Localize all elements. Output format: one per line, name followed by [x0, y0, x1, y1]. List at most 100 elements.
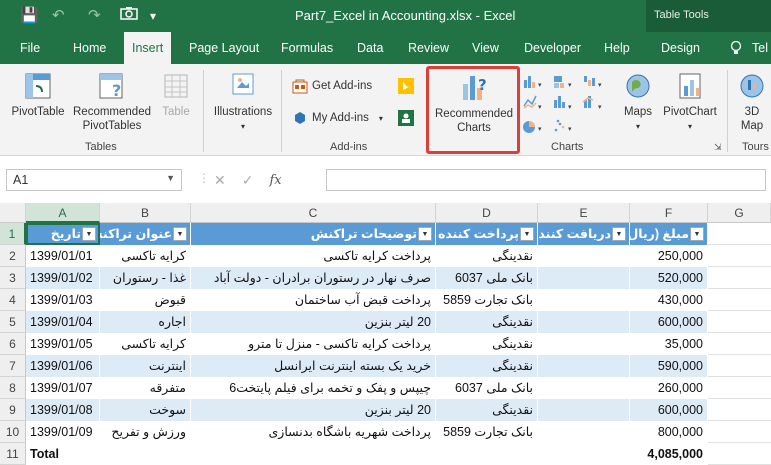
total-amount-cell[interactable]: 4,085,000: [630, 443, 708, 465]
table-cell-amount[interactable]: 520,000: [630, 267, 708, 289]
table-cell-desc[interactable]: پرداخت کرایه تاکسی - منزل تا مترو: [191, 333, 436, 355]
filter-dropdown-icon[interactable]: ▼: [82, 227, 96, 241]
tab-view[interactable]: View: [472, 41, 499, 55]
table-cell-date[interactable]: 1399/01/01: [26, 245, 100, 267]
table-cell-amount[interactable]: 430,000: [630, 289, 708, 311]
empty-cell[interactable]: [708, 333, 771, 355]
tab-data[interactable]: Data: [357, 41, 383, 55]
row-header-4[interactable]: 4: [0, 289, 26, 311]
empty-cell[interactable]: [100, 443, 191, 465]
column-header-g[interactable]: G: [708, 203, 771, 223]
table-cell-desc[interactable]: صرف نهار در رستوران برادران - دولت آباد: [191, 267, 436, 289]
table-cell-amount[interactable]: 800,000: [630, 421, 708, 443]
row-header-2[interactable]: 2: [0, 245, 26, 267]
table-cell-desc[interactable]: 20 لیتر بنزین: [191, 399, 436, 421]
empty-cell[interactable]: [708, 223, 771, 245]
lightbulb-icon[interactable]: [730, 40, 742, 59]
filter-dropdown-icon[interactable]: ▼: [690, 227, 704, 241]
table-cell-receiver[interactable]: [538, 311, 630, 333]
table-cell-date[interactable]: 1399/01/07: [26, 377, 100, 399]
table-cell-amount[interactable]: 250,000: [630, 245, 708, 267]
table-cell-desc[interactable]: چیپس و پفک و تخمه برای فیلم پایتخت6: [191, 377, 436, 399]
maps-button[interactable]: Maps ▾: [618, 70, 658, 134]
tab-design[interactable]: Design: [661, 41, 700, 55]
table-header-cell[interactable]: عنوان تراکنش▼: [100, 223, 191, 245]
empty-cell[interactable]: [708, 443, 771, 465]
filter-dropdown-icon[interactable]: ▼: [612, 227, 626, 241]
empty-cell[interactable]: [436, 443, 538, 465]
row-header-6[interactable]: 6: [0, 333, 26, 355]
table-cell-amount[interactable]: 600,000: [630, 311, 708, 333]
table-cell-title[interactable]: سوخت: [100, 399, 191, 421]
table-cell-receiver[interactable]: [538, 333, 630, 355]
name-box-dropdown-icon[interactable]: ▼: [166, 173, 175, 183]
table-cell-receiver[interactable]: [538, 267, 630, 289]
column-header-c[interactable]: C: [191, 203, 436, 223]
empty-cell[interactable]: [708, 267, 771, 289]
recommended-pivottables-button[interactable]: ? Recommended PivotTables: [70, 70, 154, 133]
table-cell-title[interactable]: اجاره: [100, 311, 191, 333]
empty-cell[interactable]: [708, 355, 771, 377]
pivottable-button[interactable]: PivotTable: [8, 70, 68, 119]
tab-home[interactable]: Home: [73, 41, 106, 55]
select-all-corner[interactable]: [0, 203, 26, 223]
3d-map-button[interactable]: 3D Map: [732, 70, 771, 133]
table-cell-title[interactable]: قبوض: [100, 289, 191, 311]
empty-cell[interactable]: [538, 443, 630, 465]
table-cell-payer[interactable]: نقدینگی: [436, 245, 538, 267]
formula-input[interactable]: [326, 169, 766, 191]
camera-icon[interactable]: [120, 6, 138, 24]
row-header-1[interactable]: 1: [0, 223, 26, 245]
table-cell-date[interactable]: 1399/01/02: [26, 267, 100, 289]
enter-icon[interactable]: ✓: [242, 172, 254, 189]
table-cell-title[interactable]: غذا - رستوران: [100, 267, 191, 289]
empty-cell[interactable]: [708, 377, 771, 399]
filter-dropdown-icon[interactable]: ▼: [520, 227, 534, 241]
table-cell-desc[interactable]: پرداخت شهریه باشگاه بدنسازی: [191, 421, 436, 443]
get-addins-button[interactable]: Get Add-ins: [292, 78, 372, 94]
save-icon[interactable]: 💾: [20, 6, 39, 24]
table-cell-date[interactable]: 1399/01/09: [26, 421, 100, 443]
filter-dropdown-icon[interactable]: ▼: [418, 227, 432, 241]
table-cell-title[interactable]: اینترنت: [100, 355, 191, 377]
table-cell-amount[interactable]: 260,000: [630, 377, 708, 399]
column-header-e[interactable]: E: [538, 203, 630, 223]
table-cell-date[interactable]: 1399/01/03: [26, 289, 100, 311]
table-cell-date[interactable]: 1399/01/08: [26, 399, 100, 421]
table-cell-desc[interactable]: پرداخت کرایه تاکسی: [191, 245, 436, 267]
illustrations-button[interactable]: Illustrations ▾: [210, 70, 276, 134]
table-cell-date[interactable]: 1399/01/04: [26, 311, 100, 333]
table-cell-receiver[interactable]: [538, 245, 630, 267]
row-header-11[interactable]: 11: [0, 443, 26, 465]
table-cell-payer[interactable]: بانک ملی 6037: [436, 377, 538, 399]
table-cell-amount[interactable]: 35,000: [630, 333, 708, 355]
row-header-5[interactable]: 5: [0, 311, 26, 333]
table-cell-payer[interactable]: بانک تجارت 5859: [436, 421, 538, 443]
empty-cell[interactable]: [708, 399, 771, 421]
redo-icon[interactable]: ↷: [88, 6, 101, 24]
empty-cell[interactable]: [708, 289, 771, 311]
empty-cell[interactable]: [708, 245, 771, 267]
table-cell-date[interactable]: 1399/01/05: [26, 333, 100, 355]
empty-cell[interactable]: [708, 421, 771, 443]
table-cell-title[interactable]: متفرقه: [100, 377, 191, 399]
table-cell-desc[interactable]: 20 لیتر بنزین: [191, 311, 436, 333]
tab-tell-me[interactable]: Tel: [752, 41, 768, 55]
tab-formulas[interactable]: Formulas: [281, 41, 333, 55]
bing-maps-button[interactable]: [398, 78, 414, 94]
empty-cell[interactable]: [708, 311, 771, 333]
table-cell-receiver[interactable]: [538, 377, 630, 399]
my-addins-dropdown-icon[interactable]: ▾: [379, 114, 383, 123]
table-header-cell[interactable]: توضیحات تراکنش ▼: [191, 223, 436, 245]
name-box[interactable]: A1 ▼: [6, 169, 182, 191]
tab-insert[interactable]: Insert: [124, 32, 172, 64]
tab-review[interactable]: Review: [408, 41, 449, 55]
tab-help[interactable]: Help: [604, 41, 630, 55]
table-cell-payer[interactable]: نقدینگی: [436, 333, 538, 355]
column-header-b[interactable]: B: [100, 203, 191, 223]
table-cell-payer[interactable]: نقدینگی: [436, 355, 538, 377]
column-header-a[interactable]: A: [26, 203, 100, 223]
table-cell-payer[interactable]: بانک تجارت 5859: [436, 289, 538, 311]
table-cell-payer[interactable]: نقدینگی: [436, 399, 538, 421]
people-graph-button[interactable]: [398, 110, 414, 126]
